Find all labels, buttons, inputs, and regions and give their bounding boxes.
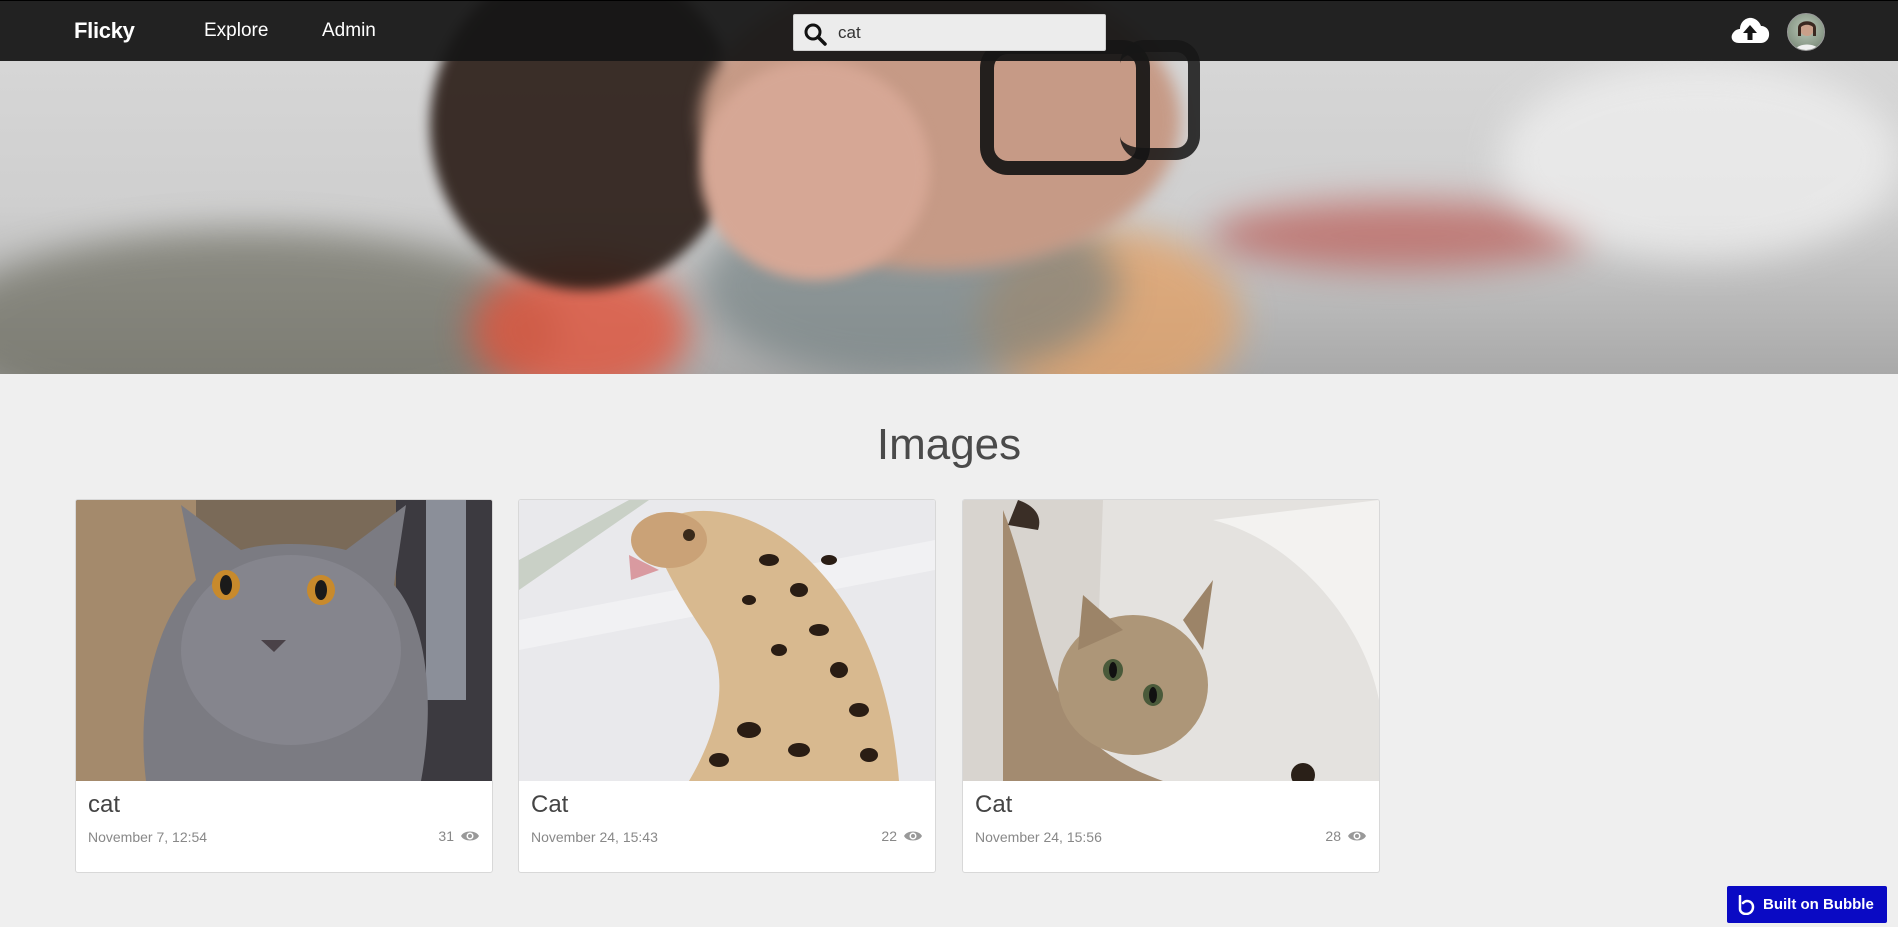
view-count: 31 <box>438 828 480 844</box>
card-title: cat <box>88 791 121 818</box>
image-card[interactable]: cat November 7, 12:54 31 <box>75 499 493 873</box>
built-on-bubble-label: Built on Bubble <box>1763 896 1874 913</box>
eye-icon <box>904 831 922 841</box>
image-thumbnail-spotted-cat[interactable] <box>519 500 935 781</box>
search-icon[interactable] <box>803 22 827 46</box>
page-title: Images <box>876 420 1022 469</box>
card-title: Cat <box>531 791 569 818</box>
search-bar <box>793 14 1106 51</box>
image-card[interactable]: Cat November 24, 15:56 28 <box>962 499 1380 873</box>
brand-logo[interactable]: Flicky <box>74 18 135 44</box>
image-thumbnail-grey-cat[interactable] <box>76 500 492 781</box>
built-on-bubble-badge[interactable]: Built on Bubble <box>1727 886 1887 923</box>
card-date: November 24, 15:56 <box>975 829 1102 845</box>
view-count: 28 <box>1325 828 1367 844</box>
image-card[interactable]: Cat November 24, 15:43 22 <box>518 499 936 873</box>
user-avatar[interactable] <box>1787 13 1825 51</box>
nav-admin[interactable]: Admin <box>322 20 376 42</box>
cloud-upload-icon[interactable] <box>1729 13 1771 49</box>
view-count-value: 22 <box>881 828 897 844</box>
eye-icon <box>461 831 479 841</box>
search-input[interactable] <box>838 21 1098 45</box>
card-date: November 24, 15:43 <box>531 829 658 845</box>
view-count-value: 28 <box>1325 828 1341 844</box>
card-title: Cat <box>975 791 1013 818</box>
top-navbar: Flicky Explore Admin <box>0 0 1898 61</box>
bubble-logo-icon <box>1738 894 1755 915</box>
eye-icon <box>1348 831 1366 841</box>
view-count: 22 <box>881 828 923 844</box>
nav-explore[interactable]: Explore <box>204 20 268 42</box>
card-date: November 7, 12:54 <box>88 829 208 845</box>
image-thumbnail-tabby-cat[interactable] <box>963 500 1379 781</box>
view-count-value: 31 <box>438 828 454 844</box>
